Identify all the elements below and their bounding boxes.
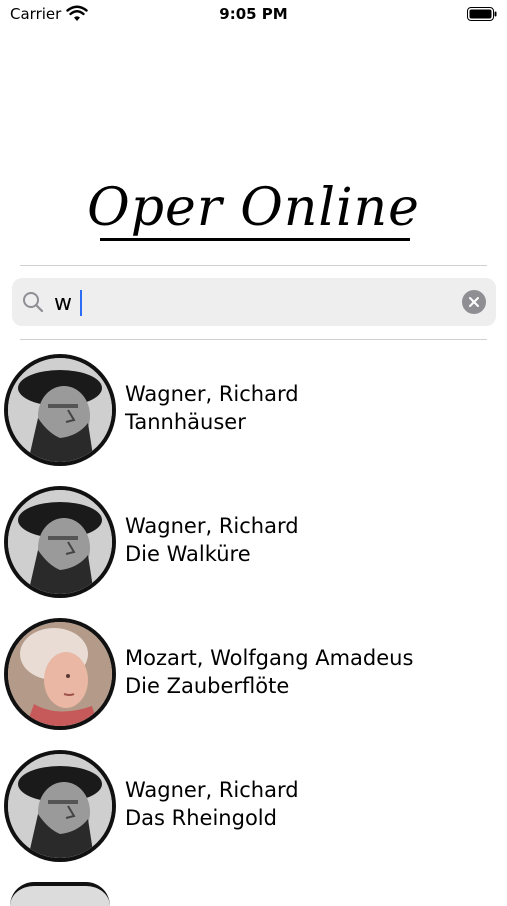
search-bar[interactable] (12, 278, 496, 326)
opera-title: Die Walküre (125, 542, 251, 566)
list-item[interactable]: Mozart, Wolfgang Amadeus Die Zauberflöte (0, 614, 507, 746)
composer-name: Wagner, Richard (125, 514, 299, 538)
search-icon (23, 292, 44, 313)
composer-name: Mozart, Wolfgang Amadeus (125, 646, 414, 670)
list-item-text: Wagner, Richard Die Walküre (125, 512, 299, 568)
title-area: Oper Online (0, 176, 507, 256)
battery-icon (467, 7, 497, 21)
composer-portrait (4, 354, 116, 466)
divider (20, 339, 487, 340)
divider (20, 265, 487, 266)
list-item-text: Wagner, Richard Tannhäuser (125, 380, 299, 436)
composer-portrait (4, 486, 116, 598)
composer-portrait (4, 618, 116, 730)
opera-title: Die Zauberflöte (125, 674, 290, 698)
list-item[interactable]: Wagner, Richard Die Walküre (0, 482, 507, 614)
list-item-text: Mozart, Wolfgang Amadeus Die Zauberflöte (125, 644, 413, 700)
status-time: 9:05 PM (219, 5, 288, 23)
list-item[interactable]: Wagner, Richard Tannhäuser (0, 350, 507, 482)
close-icon (469, 297, 479, 307)
result-list: Wagner, Richard Tannhäuser Wagner, Richa… (0, 350, 507, 878)
composer-name: Wagner, Richard (125, 382, 299, 406)
status-bar: Carrier 9:05 PM (0, 0, 507, 32)
list-item[interactable]: Wagner, Richard Das Rheingold (0, 746, 507, 878)
composer-name: Wagner, Richard (125, 778, 299, 802)
opera-title: Das Rheingold (125, 806, 277, 830)
clear-search-button[interactable] (462, 290, 486, 314)
list-item-text: Wagner, Richard Das Rheingold (125, 776, 299, 832)
composer-portrait-partial (10, 882, 110, 906)
app-title: Oper Online (87, 178, 420, 238)
opera-title: Tannhäuser (125, 410, 246, 434)
composer-portrait (4, 750, 116, 862)
title-underline (100, 238, 410, 241)
search-input[interactable] (52, 288, 456, 318)
text-caret (80, 290, 82, 316)
